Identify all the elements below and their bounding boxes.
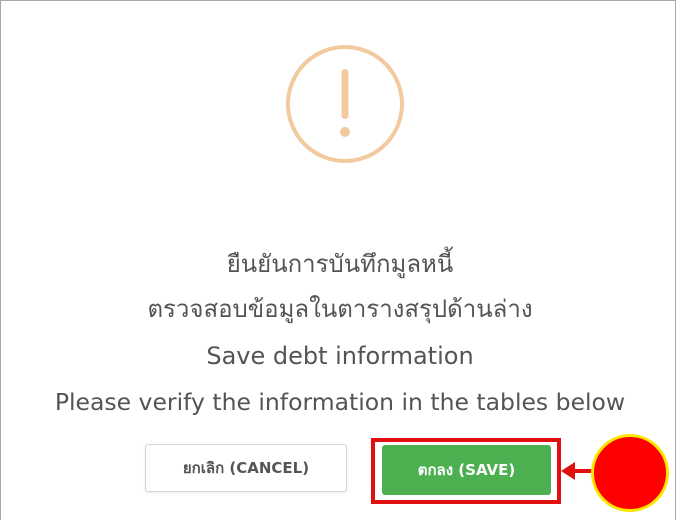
exclamation-warning-icon xyxy=(286,45,404,163)
save-button[interactable]: ตกลง (SAVE) xyxy=(382,445,551,495)
annotation-marker xyxy=(591,434,669,512)
cancel-button[interactable]: ยกเลิก (CANCEL) xyxy=(145,444,347,492)
thai-title: ยืนยันการบันทึกมูลหนี้ xyxy=(226,250,454,278)
thai-subtitle: ตรวจสอบข้อมูลในตารางสรุปด้านล่าง xyxy=(147,295,533,323)
english-title: Save debt information xyxy=(206,342,474,370)
confirm-dialog: ยืนยันการบันทึกมูลหนี้ ตรวจสอบข้อมูลในตา… xyxy=(0,0,676,520)
english-subtitle: Please verify the information in the tab… xyxy=(54,388,626,416)
